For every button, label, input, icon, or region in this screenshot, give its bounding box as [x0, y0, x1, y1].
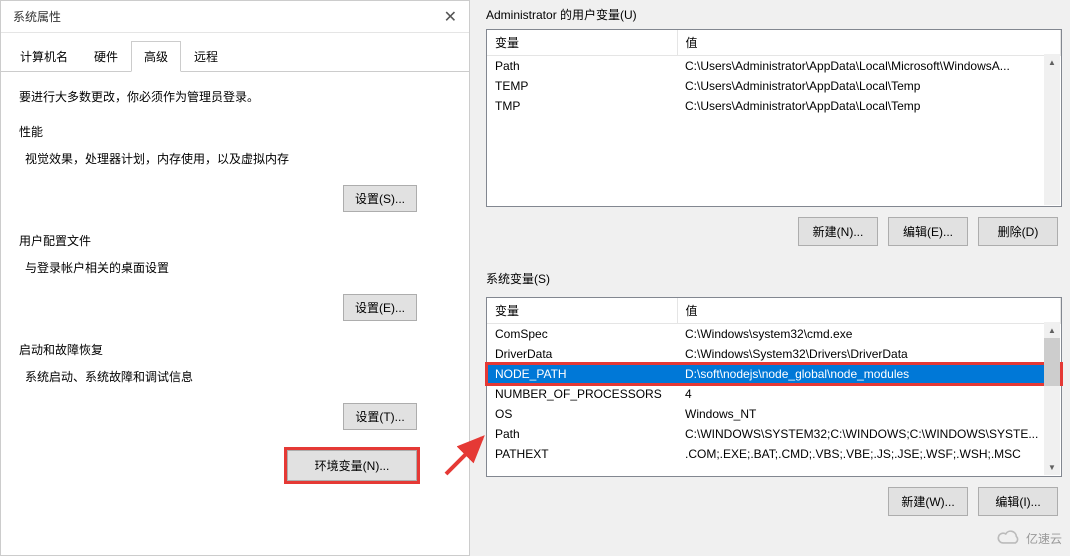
system-properties-dialog: 系统属性 ✕ 计算机名 硬件 高级 远程 要进行大多数更改，你必须作为管理员登录…: [0, 0, 470, 556]
sys-header-value[interactable]: 值: [677, 298, 1061, 324]
var-value: D:\soft\nodejs\node_global\node_modules: [677, 364, 1061, 384]
table-row[interactable]: DriverDataC:\Windows\System32\Drivers\Dr…: [487, 344, 1061, 364]
var-value: Windows_NT: [677, 404, 1061, 424]
var-name: DriverData: [487, 344, 677, 364]
performance-title: 性能: [19, 123, 451, 140]
var-value: C:\Users\Administrator\AppData\Local\Tem…: [677, 96, 1061, 116]
var-name: Path: [487, 56, 677, 77]
user-vars-table[interactable]: 变量 值 PathC:\Users\Administrator\AppData\…: [486, 29, 1062, 207]
titlebar: 系统属性 ✕: [1, 1, 469, 33]
performance-settings-button[interactable]: 设置(S)...: [343, 185, 417, 212]
scroll-down-icon[interactable]: ▼: [1044, 459, 1060, 475]
watermark: 亿速云: [996, 528, 1062, 548]
var-name: NODE_PATH: [487, 364, 677, 384]
tab-hardware[interactable]: 硬件: [81, 41, 131, 71]
scroll-thumb[interactable]: [1044, 338, 1060, 386]
tab-strip: 计算机名 硬件 高级 远程: [1, 41, 469, 72]
sys-vars-actions: 新建(W)... 编辑(I)...: [478, 477, 1070, 522]
var-name: NUMBER_OF_PROCESSORS: [487, 384, 677, 404]
user-delete-button[interactable]: 删除(D): [978, 217, 1058, 246]
table-row[interactable]: ComSpecC:\Windows\system32\cmd.exe: [487, 324, 1061, 345]
tab-computer-name[interactable]: 计算机名: [7, 41, 81, 71]
sys-vars-label: 系统变量(S): [478, 264, 1070, 293]
user-vars-actions: 新建(N)... 编辑(E)... 删除(D): [478, 207, 1070, 252]
var-name: Path: [487, 424, 677, 444]
user-scrollbar[interactable]: ▲: [1044, 54, 1060, 205]
user-header-name[interactable]: 变量: [487, 30, 677, 56]
var-value: C:\Windows\System32\Drivers\DriverData: [677, 344, 1061, 364]
tab-remote[interactable]: 远程: [181, 41, 231, 71]
sys-edit-button[interactable]: 编辑(I)...: [978, 487, 1058, 516]
var-name: OS: [487, 404, 677, 424]
sys-new-button[interactable]: 新建(W)...: [888, 487, 968, 516]
admin-note: 要进行大多数更改，你必须作为管理员登录。: [19, 88, 451, 105]
user-edit-button[interactable]: 编辑(E)...: [888, 217, 968, 246]
sys-header-name[interactable]: 变量: [487, 298, 677, 324]
advanced-tab-panel: 要进行大多数更改，你必须作为管理员登录。 性能 视觉效果，处理器计划，内存使用，…: [1, 72, 469, 497]
var-value: C:\Users\Administrator\AppData\Local\Mic…: [677, 56, 1061, 77]
user-profile-title: 用户配置文件: [19, 232, 451, 249]
user-profile-section: 用户配置文件 与登录帐户相关的桌面设置 设置(E)...: [19, 232, 451, 321]
performance-desc: 视觉效果，处理器计划，内存使用，以及虚拟内存: [25, 150, 451, 167]
startup-settings-button[interactable]: 设置(T)...: [343, 403, 417, 430]
close-icon[interactable]: ✕: [444, 7, 457, 27]
tab-advanced[interactable]: 高级: [131, 41, 181, 72]
startup-desc: 系统启动、系统故障和调试信息: [25, 368, 451, 385]
user-vars-label: Administrator 的用户变量(U): [478, 0, 1070, 29]
table-row[interactable]: NUMBER_OF_PROCESSORS4: [487, 384, 1061, 404]
var-name: PATHEXT: [487, 444, 677, 464]
sys-vars-table[interactable]: 变量 值 ComSpecC:\Windows\system32\cmd.exeD…: [486, 297, 1062, 477]
var-name: ComSpec: [487, 324, 677, 345]
performance-section: 性能 视觉效果，处理器计划，内存使用，以及虚拟内存 设置(S)...: [19, 123, 451, 212]
table-row[interactable]: TMPC:\Users\Administrator\AppData\Local\…: [487, 96, 1061, 116]
table-row[interactable]: TEMPC:\Users\Administrator\AppData\Local…: [487, 76, 1061, 96]
var-name: TMP: [487, 96, 677, 116]
var-value: .COM;.EXE;.BAT;.CMD;.VBS;.VBE;.JS;.JSE;.…: [677, 444, 1061, 464]
table-row[interactable]: NODE_PATHD:\soft\nodejs\node_global\node…: [487, 364, 1061, 384]
table-row[interactable]: PATHEXT.COM;.EXE;.BAT;.CMD;.VBS;.VBE;.JS…: [487, 444, 1061, 464]
environment-variables-button[interactable]: 环境变量(N)...: [287, 450, 417, 481]
dialog-title: 系统属性: [13, 8, 61, 25]
var-value: C:\Windows\system32\cmd.exe: [677, 324, 1061, 345]
table-row[interactable]: OSWindows_NT: [487, 404, 1061, 424]
user-header-value[interactable]: 值: [677, 30, 1061, 56]
user-profile-desc: 与登录帐户相关的桌面设置: [25, 259, 451, 276]
var-value: 4: [677, 384, 1061, 404]
startup-title: 启动和故障恢复: [19, 341, 451, 358]
user-profile-settings-button[interactable]: 设置(E)...: [343, 294, 417, 321]
scroll-up-icon[interactable]: ▲: [1044, 322, 1060, 338]
startup-section: 启动和故障恢复 系统启动、系统故障和调试信息 设置(T)...: [19, 341, 451, 430]
cloud-icon: [996, 528, 1022, 548]
sys-scrollbar[interactable]: ▲ ▼: [1044, 322, 1060, 475]
environment-variables-dialog: Administrator 的用户变量(U) 变量 值 PathC:\Users…: [478, 0, 1070, 556]
var-value: C:\WINDOWS\SYSTEM32;C:\WINDOWS;C:\WINDOW…: [677, 424, 1061, 444]
watermark-text: 亿速云: [1026, 530, 1062, 547]
user-new-button[interactable]: 新建(N)...: [798, 217, 878, 246]
var-name: TEMP: [487, 76, 677, 96]
var-value: C:\Users\Administrator\AppData\Local\Tem…: [677, 76, 1061, 96]
table-row[interactable]: PathC:\Users\Administrator\AppData\Local…: [487, 56, 1061, 77]
table-row[interactable]: PathC:\WINDOWS\SYSTEM32;C:\WINDOWS;C:\WI…: [487, 424, 1061, 444]
scroll-up-icon[interactable]: ▲: [1044, 54, 1060, 70]
